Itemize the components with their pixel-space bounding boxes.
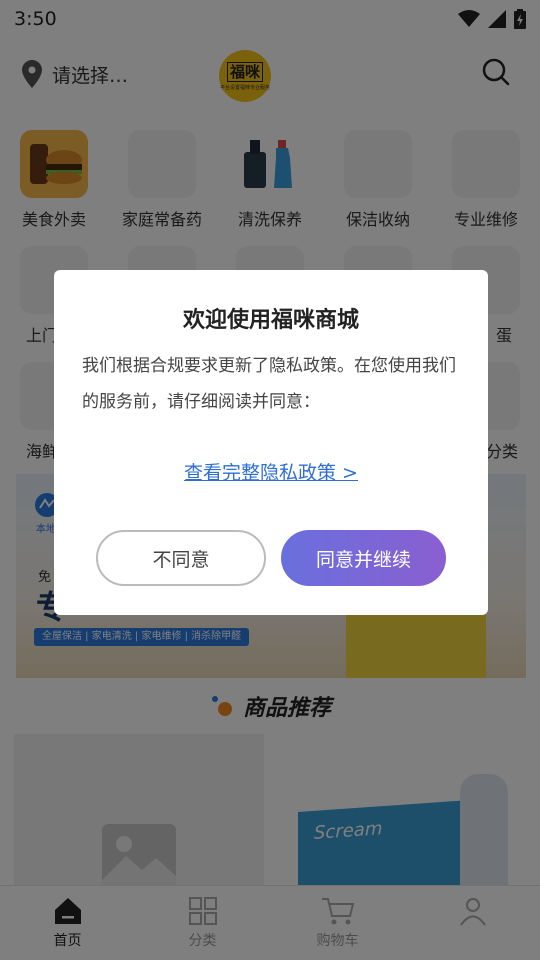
privacy-policy-link[interactable]: 查看完整隐私政策 > xyxy=(54,458,488,485)
privacy-dialog: 欢迎使用福咪商城 我们根据合规要求更新了隐私政策。在您使用我们的服务前，请仔细阅… xyxy=(54,270,488,615)
dialog-title: 欢迎使用福咪商城 xyxy=(182,308,359,333)
agree-button[interactable]: 同意并继续 xyxy=(281,530,446,586)
dialog-body: 我们根据合规要求更新了隐私政策。在您使用我们的服务前，请仔细阅读并同意： xyxy=(82,356,456,412)
disagree-button[interactable]: 不同意 xyxy=(96,530,266,586)
